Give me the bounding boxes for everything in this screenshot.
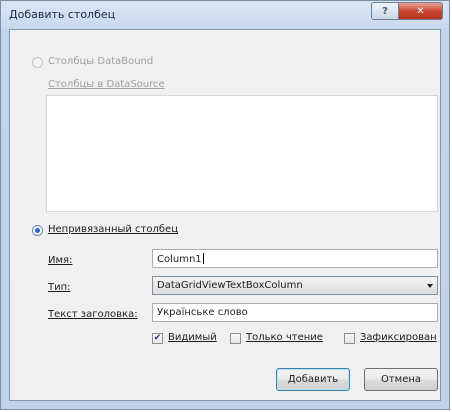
visible-checkbox[interactable]: ✔ [152, 333, 163, 344]
frozen-label: Зафиксирован [360, 332, 437, 343]
help-button[interactable]: ? [371, 2, 399, 20]
type-selected-value: DataGridViewTextBoxColumn [157, 280, 303, 291]
name-label: Имя: [48, 255, 73, 266]
cancel-button[interactable]: Отмена [364, 368, 438, 391]
databound-radio[interactable] [32, 57, 43, 68]
text-caret [202, 253, 204, 264]
visible-label: Видимый [168, 332, 217, 343]
add-button[interactable]: Добавить [276, 368, 350, 391]
datasource-columns-list[interactable] [46, 95, 438, 212]
name-input[interactable]: Column1 [152, 249, 438, 268]
name-input-value: Column1 [157, 254, 202, 265]
readonly-label: Только чтение [246, 332, 323, 343]
unbound-radio[interactable] [32, 225, 43, 236]
header-text-value: Українське слово [157, 307, 248, 318]
header-text-label: Текст заголовка: [48, 309, 138, 320]
close-button[interactable]: ✕ [399, 2, 443, 20]
dropdown-arrow-icon[interactable] [427, 284, 433, 288]
unbound-label: Непривязанный столбец [48, 224, 179, 235]
readonly-checkbox[interactable] [230, 333, 241, 344]
header-text-input[interactable]: Українське слово [152, 303, 438, 322]
window-controls: ? ✕ [371, 2, 443, 20]
title-bar[interactable]: Добавить столбец ? ✕ [1, 1, 449, 29]
type-label: Тип: [48, 282, 71, 293]
dialog-title: Добавить столбец [9, 8, 116, 21]
datasource-columns-label: Столбцы в DataSource [48, 79, 165, 90]
databound-label: Столбцы DataBound [48, 56, 154, 67]
frozen-checkbox[interactable] [344, 333, 355, 344]
type-combobox[interactable]: DataGridViewTextBoxColumn [152, 276, 438, 295]
